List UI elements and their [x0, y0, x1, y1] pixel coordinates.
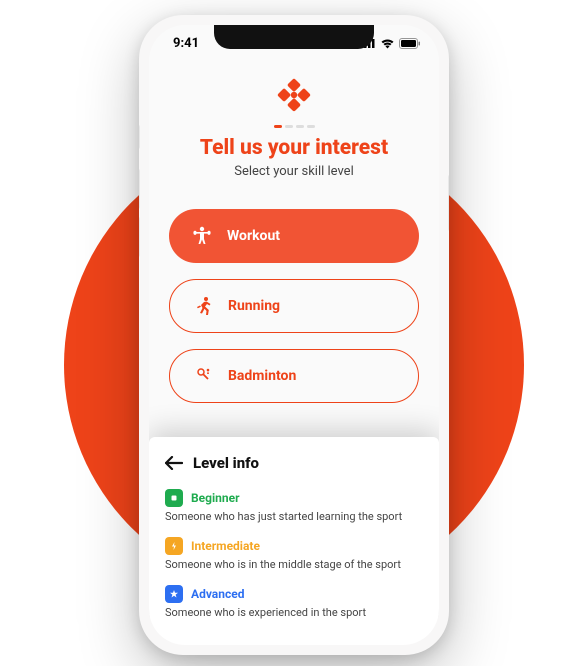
phone-volume-up [139, 169, 140, 209]
progress-dot-4 [307, 125, 315, 128]
phone-power-button [448, 175, 449, 231]
phone-silence-switch [139, 125, 140, 149]
level-name: Beginner [191, 491, 240, 505]
page-title: Tell us your interest [169, 136, 419, 160]
phone-screen: 9:41 [149, 25, 439, 645]
phone-volume-down [139, 217, 140, 257]
progress-dot-3 [296, 125, 304, 128]
level-desc: Someone who has just started learning th… [165, 510, 423, 523]
option-running[interactable]: Running [169, 279, 419, 333]
progress-dot-1 [274, 125, 282, 128]
interest-options: Workout Running [169, 209, 419, 403]
badminton-icon [192, 365, 214, 387]
progress-dots [169, 125, 419, 128]
phone-frame: 9:41 [139, 15, 449, 655]
phone-notch [214, 25, 374, 49]
dumbbell-icon [191, 225, 213, 247]
battery-icon [399, 38, 421, 49]
level-desc: Someone who is experienced in the sport [165, 606, 423, 619]
wifi-icon [380, 38, 395, 49]
star-icon [165, 585, 183, 603]
status-time: 9:41 [173, 36, 199, 51]
level-advanced: Advanced Someone who is experienced in t… [165, 585, 423, 619]
level-intermediate: Intermediate Someone who is in the middl… [165, 537, 423, 571]
square-icon [165, 489, 183, 507]
bolt-icon [165, 537, 183, 555]
main-content: Tell us your interest Select your skill … [149, 61, 439, 403]
option-badminton[interactable]: Badminton [169, 349, 419, 403]
progress-dot-2 [285, 125, 293, 128]
app-logo [169, 75, 419, 115]
page-subtitle: Select your skill level [169, 164, 419, 179]
level-beginner: Beginner Someone who has just started le… [165, 489, 423, 523]
sheet-header: Level info [165, 451, 423, 475]
runner-icon [192, 295, 214, 317]
sheet-title: Level info [193, 454, 259, 472]
level-desc: Someone who is in the middle stage of th… [165, 558, 423, 571]
level-name: Advanced [191, 587, 244, 601]
back-arrow-icon[interactable] [165, 451, 183, 475]
level-info-sheet: Level info Beginner Someone who has just… [149, 437, 439, 645]
option-label: Running [228, 298, 280, 314]
option-workout[interactable]: Workout [169, 209, 419, 263]
option-label: Workout [227, 228, 280, 244]
option-label: Badminton [228, 368, 296, 384]
level-name: Intermediate [191, 539, 260, 553]
